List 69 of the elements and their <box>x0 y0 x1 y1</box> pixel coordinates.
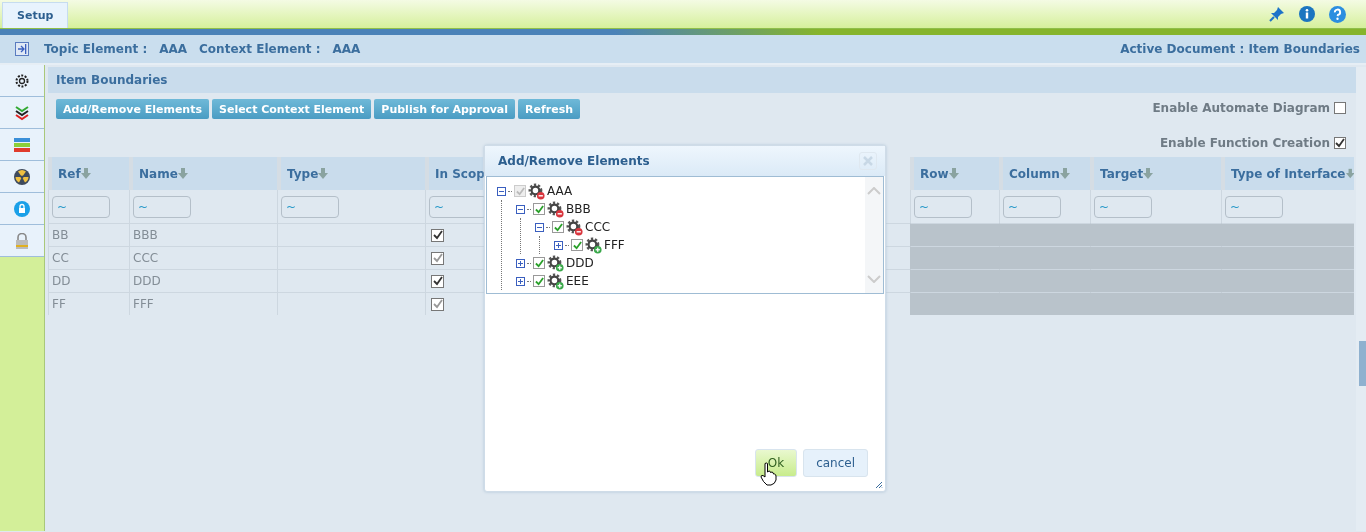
filter-field[interactable]: ~ <box>1094 195 1152 218</box>
table-cell: FFF <box>129 292 277 315</box>
sort-icon[interactable] <box>948 168 959 179</box>
column-header[interactable]: Type of Interface <box>1221 157 1354 190</box>
gear-minus-icon <box>528 182 545 200</box>
context-element-value: AAA <box>332 42 361 56</box>
column-header[interactable]: Row <box>910 157 999 190</box>
scrollbar-thumb[interactable] <box>1359 341 1366 386</box>
stacked-bars-icon[interactable] <box>14 137 30 152</box>
table-cell: BBB <box>129 223 277 246</box>
gear-minus-icon <box>547 200 564 218</box>
expand-panel-icon[interactable] <box>15 42 29 56</box>
sort-icon[interactable] <box>177 168 188 179</box>
pin-icon[interactable] <box>1269 6 1285 22</box>
option-label: Enable Automate Diagram <box>1152 101 1330 115</box>
sort-icon[interactable] <box>318 168 329 179</box>
filter-field[interactable]: ~ <box>133 195 191 218</box>
filter-field[interactable]: ~ <box>914 195 972 218</box>
chevrons-icon[interactable] <box>14 104 30 121</box>
sort-icon[interactable] <box>1059 168 1070 179</box>
sort-icon[interactable] <box>80 168 91 179</box>
column-header[interactable]: Ref <box>48 157 129 190</box>
filter-field[interactable]: ~ <box>281 195 339 218</box>
info-icon[interactable] <box>1299 6 1315 22</box>
topic-element-label: Topic Element : <box>44 42 148 56</box>
filter-field[interactable]: ~ <box>1003 195 1061 218</box>
table-cell: FF <box>48 292 129 315</box>
gear-plus-icon <box>547 254 564 272</box>
cancel-button[interactable]: cancel <box>803 449 868 477</box>
sort-icon[interactable] <box>1143 168 1154 179</box>
toolbar-button[interactable]: Publish for Approval <box>374 99 516 119</box>
setup-tab[interactable]: Setup <box>2 2 69 28</box>
table-cell: DD <box>48 269 129 292</box>
context-element-label: Context Element : <box>199 42 321 56</box>
filter-field[interactable]: ~ <box>429 195 487 218</box>
table-cell: BB <box>48 223 129 246</box>
panel-title: Item Boundaries <box>56 73 168 87</box>
gear-plus-icon <box>547 272 564 290</box>
gear-minus-icon <box>566 218 583 236</box>
table-cell: DDD <box>129 269 277 292</box>
dialog-title: Add/Remove Elements <box>498 154 650 168</box>
toolbar-button[interactable]: Select Context Element <box>212 99 372 119</box>
filter-field[interactable]: ~ <box>1225 195 1283 218</box>
column-header[interactable]: Type <box>277 157 425 190</box>
toolbar-button[interactable]: Add/Remove Elements <box>56 99 209 119</box>
table-cell: CCC <box>129 246 277 269</box>
option-checkbox[interactable] <box>1334 137 1346 149</box>
option-checkbox[interactable] <box>1334 102 1346 114</box>
in-scope-checkbox[interactable] <box>431 274 444 288</box>
gear-plus-icon <box>585 236 602 254</box>
resize-grip-icon[interactable] <box>875 481 883 489</box>
in-scope-checkbox[interactable] <box>431 228 444 242</box>
table-cell: CC <box>48 246 129 269</box>
column-header[interactable]: Target <box>1090 157 1221 190</box>
filter-field[interactable]: ~ <box>52 195 110 218</box>
sort-icon[interactable] <box>1345 168 1354 179</box>
column-header[interactable]: Column <box>999 157 1090 190</box>
active-document-label: Active Document : Item Boundaries <box>1120 42 1360 56</box>
gear-icon[interactable] <box>14 72 30 89</box>
ok-button[interactable]: Ok <box>754 449 798 477</box>
help-icon[interactable] <box>1329 5 1346 23</box>
topic-element-value: AAA <box>159 42 188 56</box>
lock-icon[interactable] <box>14 200 30 217</box>
column-header[interactable]: Name <box>129 157 277 190</box>
option-label: Enable Function Creation <box>1159 136 1330 150</box>
radiation-icon[interactable] <box>14 168 30 185</box>
padlock-icon[interactable] <box>15 232 29 249</box>
toolbar-button[interactable]: Refresh <box>518 99 581 119</box>
column-header[interactable]: In Scop <box>425 157 483 190</box>
